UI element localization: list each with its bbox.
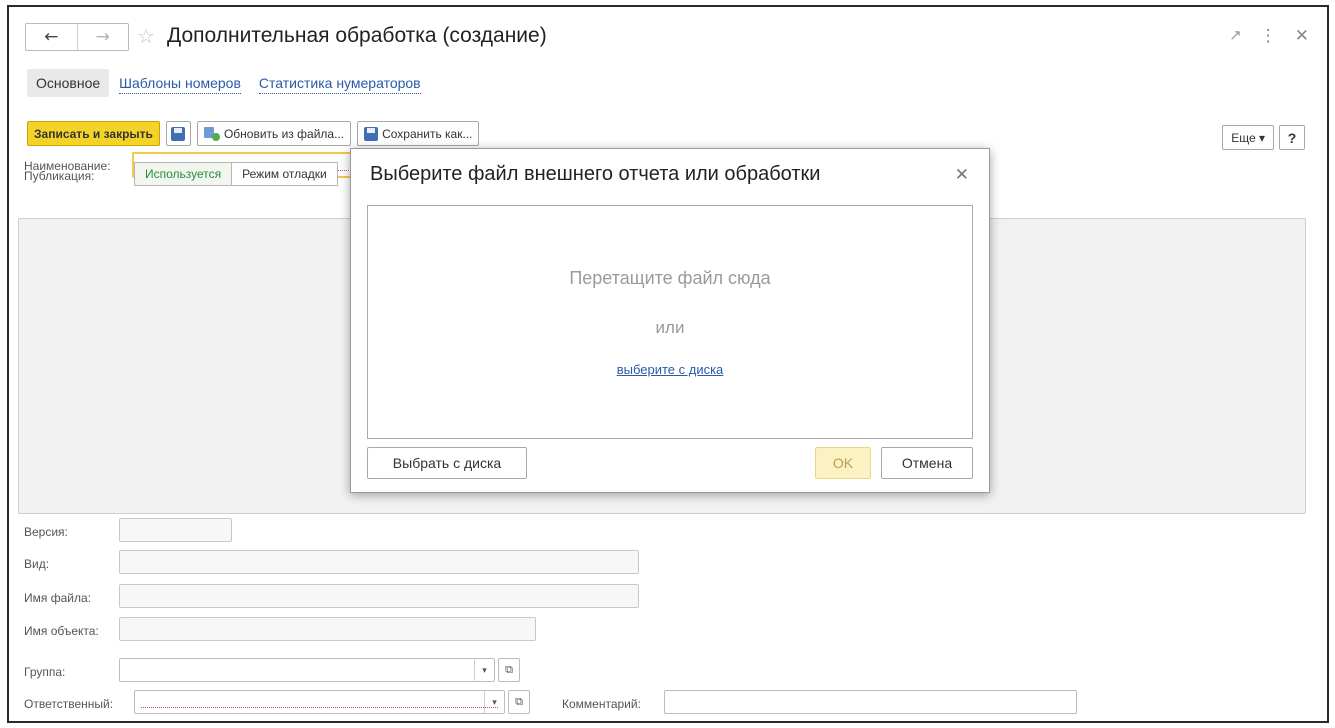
- file-name-field: [119, 584, 639, 608]
- choose-from-disk-link[interactable]: выберите с диска: [368, 362, 972, 377]
- comment-label: Комментарий:: [562, 697, 641, 711]
- window-title: Дополнительная обработка (создание): [167, 24, 547, 47]
- version-label: Версия:: [24, 525, 68, 539]
- save-button[interactable]: [165, 121, 191, 146]
- tab-number-templates[interactable]: Шаблоны номеров: [119, 73, 241, 94]
- drop-hint: Перетащите файл сюда: [569, 268, 771, 288]
- tab-main[interactable]: Основное: [27, 69, 110, 97]
- publication-option-debug[interactable]: Режим отладки: [232, 162, 338, 186]
- kind-label: Вид:: [24, 557, 50, 571]
- version-field: [119, 518, 232, 542]
- group-open-button[interactable]: ⧉: [498, 658, 520, 682]
- save-as-label: Сохранить как...: [382, 126, 473, 141]
- refresh-from-file-button[interactable]: Обновить из файла...: [196, 121, 352, 146]
- more-button[interactable]: Еще ▾: [1222, 125, 1274, 150]
- chevron-down-icon[interactable]: ▾: [474, 658, 494, 682]
- floppy-icon: [171, 126, 186, 141]
- object-name-field: [119, 617, 536, 641]
- save-and-close-button[interactable]: Записать и закрыть: [27, 121, 160, 146]
- save-as-button[interactable]: Сохранить как...: [357, 121, 480, 146]
- refresh-file-icon: [203, 126, 220, 141]
- cancel-button[interactable]: Отмена: [881, 447, 973, 479]
- group-label: Группа:: [24, 665, 66, 679]
- responsible-input[interactable]: ▾: [134, 690, 505, 714]
- help-button[interactable]: ?: [1279, 125, 1305, 150]
- select-file-dialog: Выберите файл внешнего отчета или обрабо…: [350, 148, 990, 493]
- close-icon[interactable]: ✕: [1295, 26, 1309, 46]
- file-drop-zone[interactable]: Перетащите файл сюда или выберите с диск…: [367, 205, 973, 439]
- forward-button[interactable]: →: [78, 24, 129, 50]
- group-input[interactable]: ▾: [119, 658, 495, 682]
- menu-icon[interactable]: ⋮: [1260, 26, 1277, 46]
- comment-input[interactable]: [664, 690, 1077, 714]
- floppy-icon: [364, 126, 379, 141]
- publication-option-used[interactable]: Используется: [134, 162, 233, 186]
- link-icon[interactable]: ↗: [1229, 26, 1242, 46]
- dialog-title: Выберите файл внешнего отчета или обрабо…: [370, 163, 821, 185]
- toolbar-right: Еще ▾ ?: [1222, 125, 1305, 150]
- refresh-from-file-label: Обновить из файла...: [223, 126, 345, 141]
- publication-label: Публикация:: [24, 169, 95, 183]
- responsible-label: Ответственный:: [24, 697, 114, 711]
- navigation-buttons: ← →: [25, 23, 129, 51]
- tab-numerator-stats[interactable]: Статистика нумераторов: [258, 73, 421, 94]
- title-actions: ↗ ⋮ ✕: [1229, 26, 1309, 46]
- choose-from-disk-button[interactable]: Выбрать с диска: [367, 447, 527, 479]
- dialog-close-icon[interactable]: ✕: [955, 165, 969, 185]
- ok-button[interactable]: OK: [815, 447, 871, 479]
- or-text: или: [655, 318, 685, 337]
- file-name-label: Имя файла:: [24, 591, 91, 605]
- toolbar: Записать и закрыть Обновить из файла... …: [27, 121, 480, 146]
- object-name-label: Имя объекта:: [24, 624, 99, 638]
- back-button[interactable]: ←: [26, 24, 77, 50]
- favorite-star-icon[interactable]: ☆: [137, 24, 155, 48]
- form-tabs: Основное Шаблоны номеров Статистика нуме…: [27, 69, 433, 97]
- publication-selector: Используется Режим отладки: [134, 162, 338, 186]
- kind-field: [119, 550, 639, 574]
- responsible-open-button[interactable]: ⧉: [508, 690, 530, 714]
- chevron-down-icon[interactable]: ▾: [484, 690, 504, 714]
